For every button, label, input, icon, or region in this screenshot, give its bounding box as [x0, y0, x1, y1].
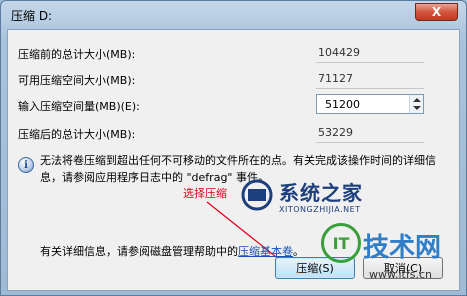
spinner-arrows[interactable]	[409, 95, 423, 113]
watermark-logo-icon	[241, 179, 273, 211]
close-button[interactable]: X	[415, 3, 458, 21]
detail-text: 有关详细信息，请参阅磁盘管理帮助中的	[40, 245, 238, 258]
value-underline	[316, 142, 424, 143]
watermark-title: 系统之家	[279, 181, 363, 205]
annotation-label: 选择压缩	[183, 187, 227, 200]
field-label: 输入压缩空间量(MB)(E):	[18, 100, 140, 113]
compress-dialog-window: 压缩 D: X 压缩前的总计大小(MB): 104429 可用压缩空间大小(MB…	[0, 0, 467, 296]
field-shrink-amount: 输入压缩空间量(MB)(E): 51200	[18, 94, 458, 116]
watermark-circle-icon: IT	[321, 223, 361, 263]
field-label: 可用压缩空间大小(MB):	[18, 74, 136, 87]
title-bar[interactable]: 压缩 D: X	[1, 1, 466, 29]
field-total-after: 压缩后的总计大小(MB): 53229	[18, 122, 458, 144]
value-underline	[316, 62, 424, 63]
field-available-space: 可用压缩空间大小(MB): 71127	[18, 68, 458, 90]
spin-down-icon[interactable]	[413, 106, 421, 110]
info-icon: i	[18, 157, 34, 173]
watermark2-url: www.itfs.cn	[369, 268, 432, 281]
field-value: 104429	[318, 46, 360, 59]
watermark-subtitle: XITONGZHIJIA.NET	[279, 205, 361, 214]
close-icon: X	[431, 5, 442, 19]
detail-line: 有关详细信息，请参阅磁盘管理帮助中的压缩基本卷。	[40, 243, 304, 259]
dialog-title: 压缩 D:	[11, 9, 53, 23]
field-label: 压缩后的总计大小(MB):	[18, 128, 136, 141]
field-total-before: 压缩前的总计大小(MB): 104429	[18, 42, 458, 64]
watermark2-title: 技术网	[363, 233, 442, 263]
shrink-amount-value[interactable]: 51200	[325, 98, 360, 111]
spin-up-icon[interactable]	[413, 98, 421, 102]
field-value: 53229	[318, 126, 353, 139]
shrink-amount-input[interactable]: 51200	[316, 94, 424, 114]
field-value: 71127	[318, 72, 353, 85]
value-underline	[316, 88, 424, 89]
field-label: 压缩前的总计大小(MB):	[18, 48, 136, 61]
watermark-xitongzhijia: 系统之家 XITONGZHIJIA.NET	[239, 177, 389, 227]
watermark-itfs: IT 技术网 www.itfs.cn	[321, 223, 461, 293]
